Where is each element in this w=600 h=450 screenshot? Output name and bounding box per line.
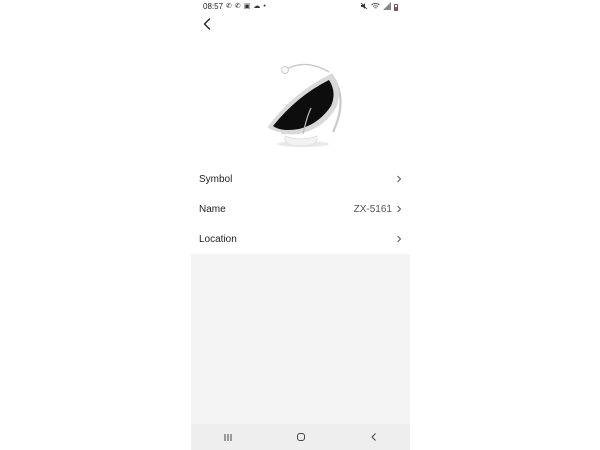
battery-icon [394, 4, 398, 11]
home-icon [296, 433, 305, 441]
name-label: Name [199, 203, 226, 215]
status-bar: 08:57 ✆ ✆ ▣ ☁ • [191, 0, 410, 14]
location-row[interactable]: Location [191, 224, 410, 254]
home-button[interactable] [281, 427, 321, 447]
chevron-right-icon [397, 205, 402, 213]
chevron-right-icon [397, 235, 402, 243]
image-icon: ▣ [243, 2, 251, 10]
signal-icon [383, 2, 391, 13]
phone-icon: ✆ [234, 2, 241, 10]
location-label: Location [199, 233, 237, 245]
mute-icon [360, 2, 368, 13]
symbol-row[interactable]: Symbol [191, 164, 410, 194]
system-nav-bar [191, 424, 410, 450]
dot-icon: • [263, 2, 266, 10]
chevron-right-icon [397, 175, 402, 183]
recent-apps-button[interactable] [208, 427, 248, 447]
wifi-icon [371, 2, 380, 13]
chevron-left-icon [203, 18, 211, 30]
nav-back-button[interactable] [354, 427, 394, 447]
product-image [266, 63, 342, 147]
back-icon [370, 433, 376, 441]
symbol-label: Symbol [199, 173, 233, 185]
name-row[interactable]: Name ZX-5161 [191, 194, 410, 224]
back-button[interactable] [200, 16, 214, 32]
status-right [360, 2, 398, 13]
status-left: 08:57 ✆ ✆ ▣ ☁ • [203, 2, 266, 11]
recent-apps-icon [224, 433, 231, 441]
phone-icon: ✆ [226, 2, 232, 10]
status-time: 08:57 [203, 2, 224, 11]
name-value: ZX-5161 [353, 203, 392, 215]
settings-list: Symbol Name ZX-5161 Location [191, 164, 410, 254]
cloud-icon: ☁ [253, 2, 261, 10]
empty-content-area [191, 254, 410, 424]
app-screen: 08:57 ✆ ✆ ▣ ☁ • Symbol Name ZX-5161 Loca… [191, 0, 410, 450]
